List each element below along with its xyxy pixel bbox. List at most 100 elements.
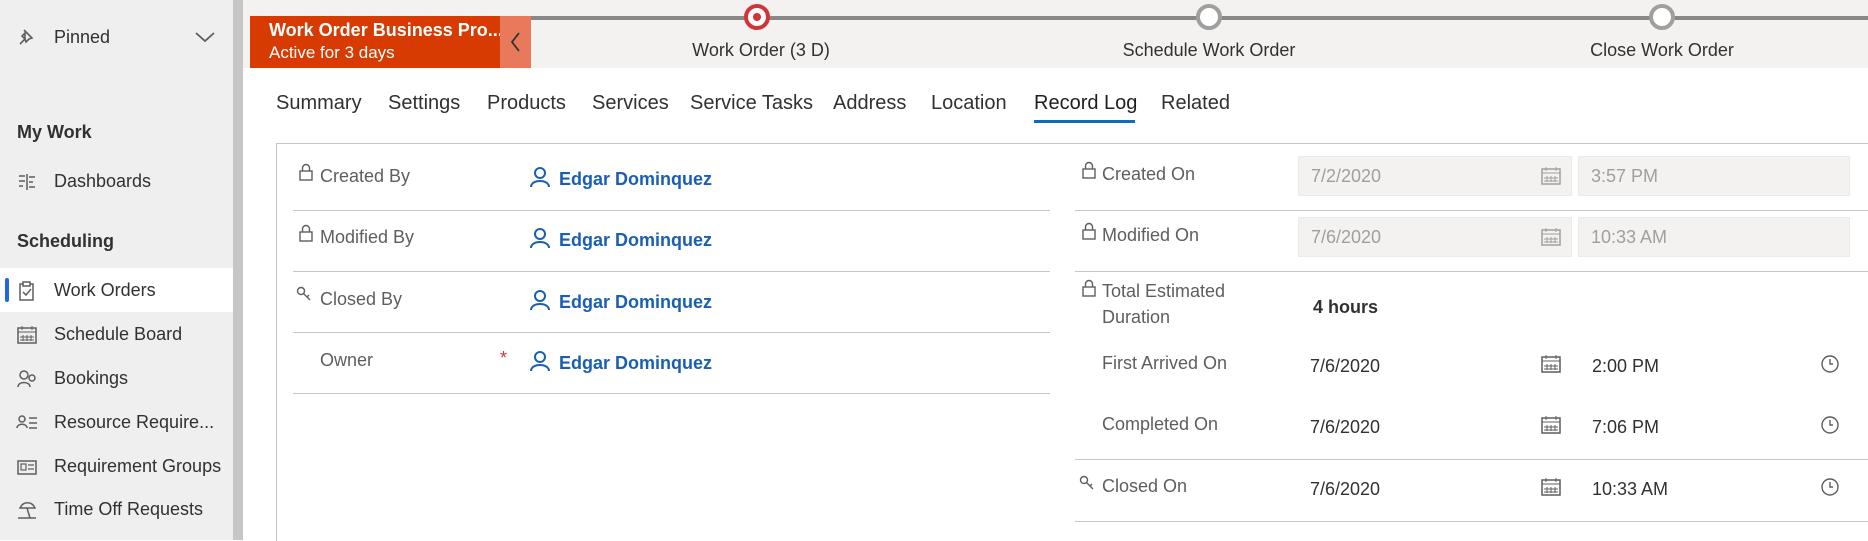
row-divider (293, 271, 1050, 272)
total-estimated-duration-label: Total Estimated (1102, 281, 1226, 301)
sidebar-item-label: Requirement Groups (54, 455, 222, 476)
stage-dot-schedule-work-order[interactable] (1196, 4, 1222, 30)
modified-on-time-field[interactable]: 10:33 AM (1578, 217, 1850, 257)
sidebar-item-bookings[interactable]: Bookings (0, 356, 233, 400)
people-icon (17, 370, 36, 388)
created-on-label: Created On (1102, 164, 1196, 184)
owner-label: Owner (320, 350, 374, 370)
key-icon (296, 286, 311, 301)
stage-label-work-order[interactable]: Work Order (3 D) (692, 40, 830, 61)
row-divider (1075, 271, 1868, 272)
row-divider (1075, 521, 1868, 522)
created-on-time-value: 3:57 PM (1591, 166, 1659, 186)
total-estimated-duration-label-cont: Duration (1102, 307, 1171, 327)
sidebar-item-label: Time Off Requests (54, 498, 204, 519)
completed-on-date[interactable]: 7/6/2020 (1310, 417, 1380, 438)
modified-on-time-value: 10:33 AM (1591, 227, 1668, 247)
sidebar-item-label: Bookings (54, 367, 129, 388)
row-divider (293, 332, 1050, 333)
closed-by-link[interactable]: Edgar Dominquez (559, 292, 712, 313)
sidebar-item-label: Resource Require... (54, 411, 215, 432)
tab-service-tasks[interactable]: Service Tasks (690, 92, 813, 115)
modified-on-date-value: 7/6/2020 (1311, 227, 1382, 247)
person-icon (530, 351, 550, 372)
clock-icon[interactable] (1820, 477, 1840, 497)
modified-by-link[interactable]: Edgar Dominquez (559, 230, 712, 251)
created-by-label: Created By (320, 166, 411, 186)
tab-related[interactable]: Related (1161, 92, 1230, 115)
modified-on-date-field[interactable]: 7/6/2020 (1298, 217, 1572, 257)
person-icon (530, 290, 550, 311)
tab-services[interactable]: Services (592, 92, 669, 115)
bpf-collapse-button[interactable] (500, 16, 531, 68)
created-on-time-field[interactable]: 3:57 PM (1578, 156, 1850, 196)
sidebar-item-resource-requirements[interactable]: Resource Require... (0, 400, 233, 444)
active-tab-indicator (1034, 120, 1135, 123)
calendar-icon[interactable] (1540, 476, 1562, 498)
bpf-process-card[interactable]: Work Order Business Pro... Active for 3 … (250, 16, 503, 68)
closed-by-label: Closed By (320, 289, 403, 309)
calendar-icon[interactable] (1540, 353, 1562, 375)
sidebar-item-label: Schedule Board (54, 323, 183, 344)
calendar-grid-icon (17, 326, 37, 344)
person-icon (530, 167, 550, 188)
lock-icon (1082, 222, 1096, 240)
closed-on-date[interactable]: 7/6/2020 (1310, 479, 1380, 500)
sidebar-item-work-orders[interactable]: Work Orders (0, 268, 233, 312)
stage-dot-work-order[interactable] (744, 4, 770, 30)
completed-on-label: Completed On (1102, 414, 1219, 434)
tab-products[interactable]: Products (487, 92, 566, 115)
scheduling-heading: Scheduling (17, 231, 115, 251)
tab-record-log[interactable]: Record Log (1034, 92, 1137, 115)
calendar-icon[interactable] (1540, 414, 1562, 436)
pinned-group-toggle[interactable]: Pinned (0, 15, 233, 59)
tab-settings[interactable]: Settings (388, 92, 460, 115)
row-divider (293, 393, 1050, 394)
closed-on-time[interactable]: 10:33 AM (1592, 479, 1668, 500)
lock-icon (1082, 279, 1096, 297)
sidebar-item-requirement-groups[interactable]: Requirement Groups (0, 444, 233, 488)
key-icon (1079, 475, 1094, 490)
first-arrived-on-time[interactable]: 2:00 PM (1592, 356, 1659, 377)
dashboard-icon (19, 174, 35, 190)
owner-link[interactable]: Edgar Dominquez (559, 353, 712, 374)
bpf-active-for: Active for 3 days (269, 43, 395, 62)
modified-on-label: Modified On (1102, 225, 1200, 245)
clipboard-icon (19, 281, 34, 301)
tab-address[interactable]: Address (833, 92, 906, 115)
sidebar-item-time-off-requests[interactable]: Time Off Requests (0, 487, 233, 531)
calendar-icon (1541, 228, 1561, 246)
sitemap-sidebar: Pinned My Work Dashboards Scheduling Wor… (0, 0, 233, 540)
row-divider (1075, 459, 1868, 460)
tab-summary[interactable]: Summary (276, 92, 362, 115)
first-arrived-on-date[interactable]: 7/6/2020 (1310, 356, 1380, 377)
stage-label-close-work-order[interactable]: Close Work Order (1590, 40, 1734, 61)
total-estimated-duration-value: 4 hours (1313, 297, 1379, 317)
stage-label-schedule-work-order[interactable]: Schedule Work Order (1123, 40, 1296, 61)
completed-on-time[interactable]: 7:06 PM (1592, 417, 1659, 438)
sidebar-item-dashboards[interactable]: Dashboards (0, 159, 233, 203)
row-divider (293, 210, 1050, 211)
calendar-icon (1541, 167, 1561, 185)
sidebar-splitter[interactable] (233, 0, 243, 540)
required-indicator: * (500, 348, 508, 368)
sidebar-item-schedule-board[interactable]: Schedule Board (0, 312, 233, 356)
pin-icon (19, 29, 34, 45)
created-by-link[interactable]: Edgar Dominquez (559, 169, 712, 190)
person-icon (530, 228, 550, 249)
my-work-heading: My Work (17, 122, 92, 142)
beach-icon (18, 502, 37, 519)
tab-location[interactable]: Location (931, 92, 1007, 115)
lock-icon (299, 224, 313, 242)
first-arrived-on-label: First Arrived On (1102, 353, 1228, 373)
chevron-down-icon[interactable] (194, 29, 216, 45)
clock-icon[interactable] (1820, 354, 1840, 374)
stage-dot-close-work-order[interactable] (1649, 4, 1675, 30)
sidebar-item-label: Dashboards (54, 170, 152, 191)
clock-icon[interactable] (1820, 415, 1840, 435)
chevron-left-icon (510, 32, 520, 52)
created-on-date-value: 7/2/2020 (1311, 166, 1382, 186)
id-card-icon (17, 460, 37, 475)
lock-icon (1082, 161, 1096, 179)
created-on-date-field[interactable]: 7/2/2020 (1298, 156, 1572, 196)
